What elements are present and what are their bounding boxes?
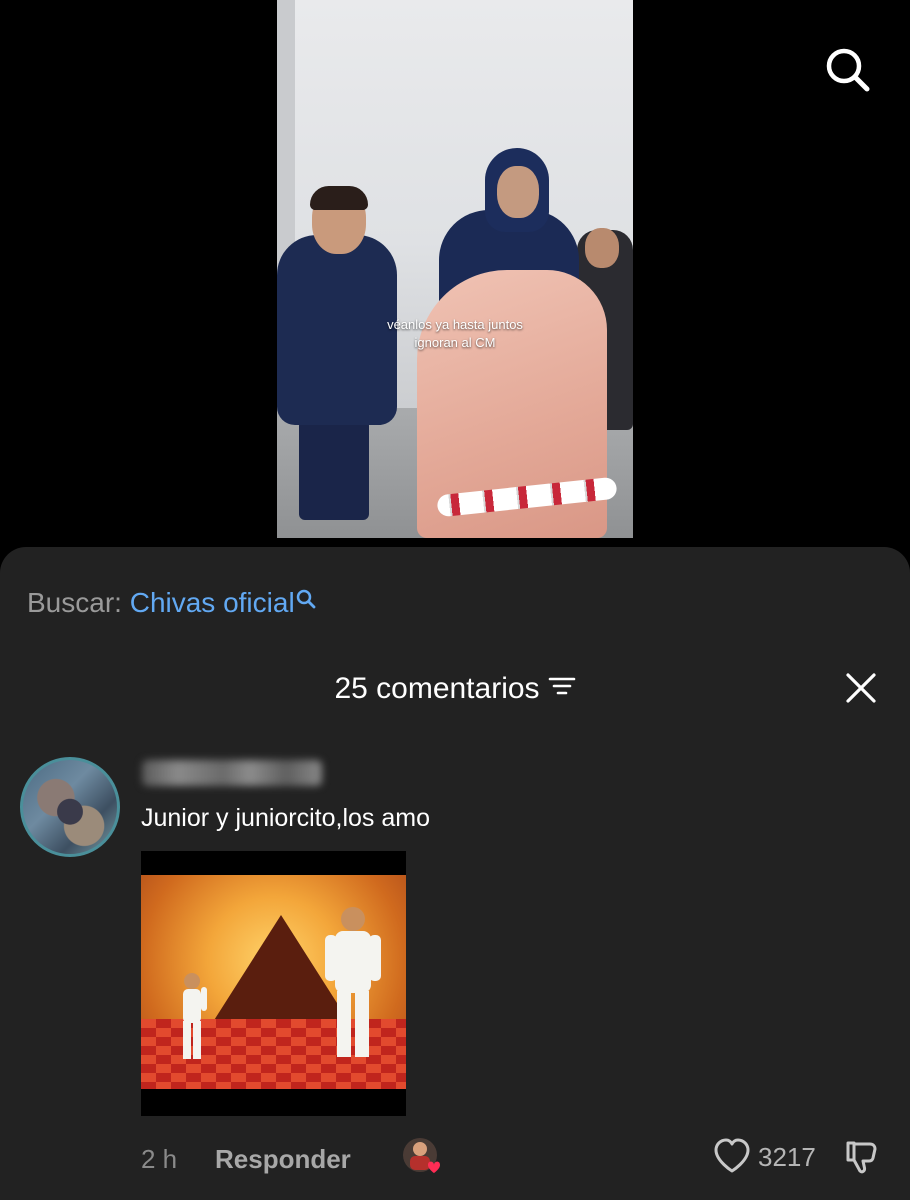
search-suggestion-label: Buscar:: [27, 587, 122, 618]
video-player[interactable]: véanlos ya hasta juntos ignoran al CM: [277, 0, 633, 538]
creator-heart-avatar-icon: [400, 1135, 446, 1181]
video-caption-line-2: ignoran al CM: [414, 335, 496, 350]
video-person-legs: [299, 420, 369, 520]
search-suggestion-query[interactable]: Chivas oficial: [130, 587, 295, 618]
video-photographer-head: [585, 228, 619, 268]
video-person-hair: [310, 186, 368, 210]
video-person2-face: [497, 166, 539, 218]
like-button[interactable]: 3217: [712, 1137, 816, 1177]
like-count: 3217: [758, 1142, 816, 1172]
avatar[interactable]: [20, 757, 120, 857]
reply-button[interactable]: Responder: [215, 1142, 351, 1176]
search-suggestion[interactable]: Buscar: Chivas oficial: [27, 586, 317, 620]
comment-meta: 2 h Responder: [141, 1142, 351, 1176]
video-caption: véanlos ya hasta juntos ignoran al CM: [277, 316, 633, 352]
comments-count: 25 comentarios: [334, 672, 540, 705]
gif-figure-small: [183, 973, 207, 1059]
comments-sheet: Buscar: Chivas oficial 25 comentarios Ju…: [0, 547, 910, 1200]
username-redacted[interactable]: [142, 760, 322, 786]
gif-scene: [141, 875, 406, 1089]
search-icon: [295, 584, 317, 618]
heart-outline-icon: [714, 1138, 750, 1173]
video-caption-line-1: véanlos ya hasta juntos: [387, 317, 523, 332]
comment-text: Junior y juniorcito,los amo: [141, 804, 431, 832]
comments-header: 25 comentarios: [0, 670, 910, 708]
close-icon[interactable]: [844, 671, 878, 705]
search-icon[interactable]: [822, 44, 874, 96]
comment-time: 2 h: [141, 1144, 178, 1174]
thumbs-down-icon[interactable]: [842, 1138, 880, 1176]
gif-figure-large: [325, 907, 381, 1057]
comment-gif[interactable]: [141, 851, 406, 1116]
sort-icon[interactable]: [548, 669, 576, 707]
